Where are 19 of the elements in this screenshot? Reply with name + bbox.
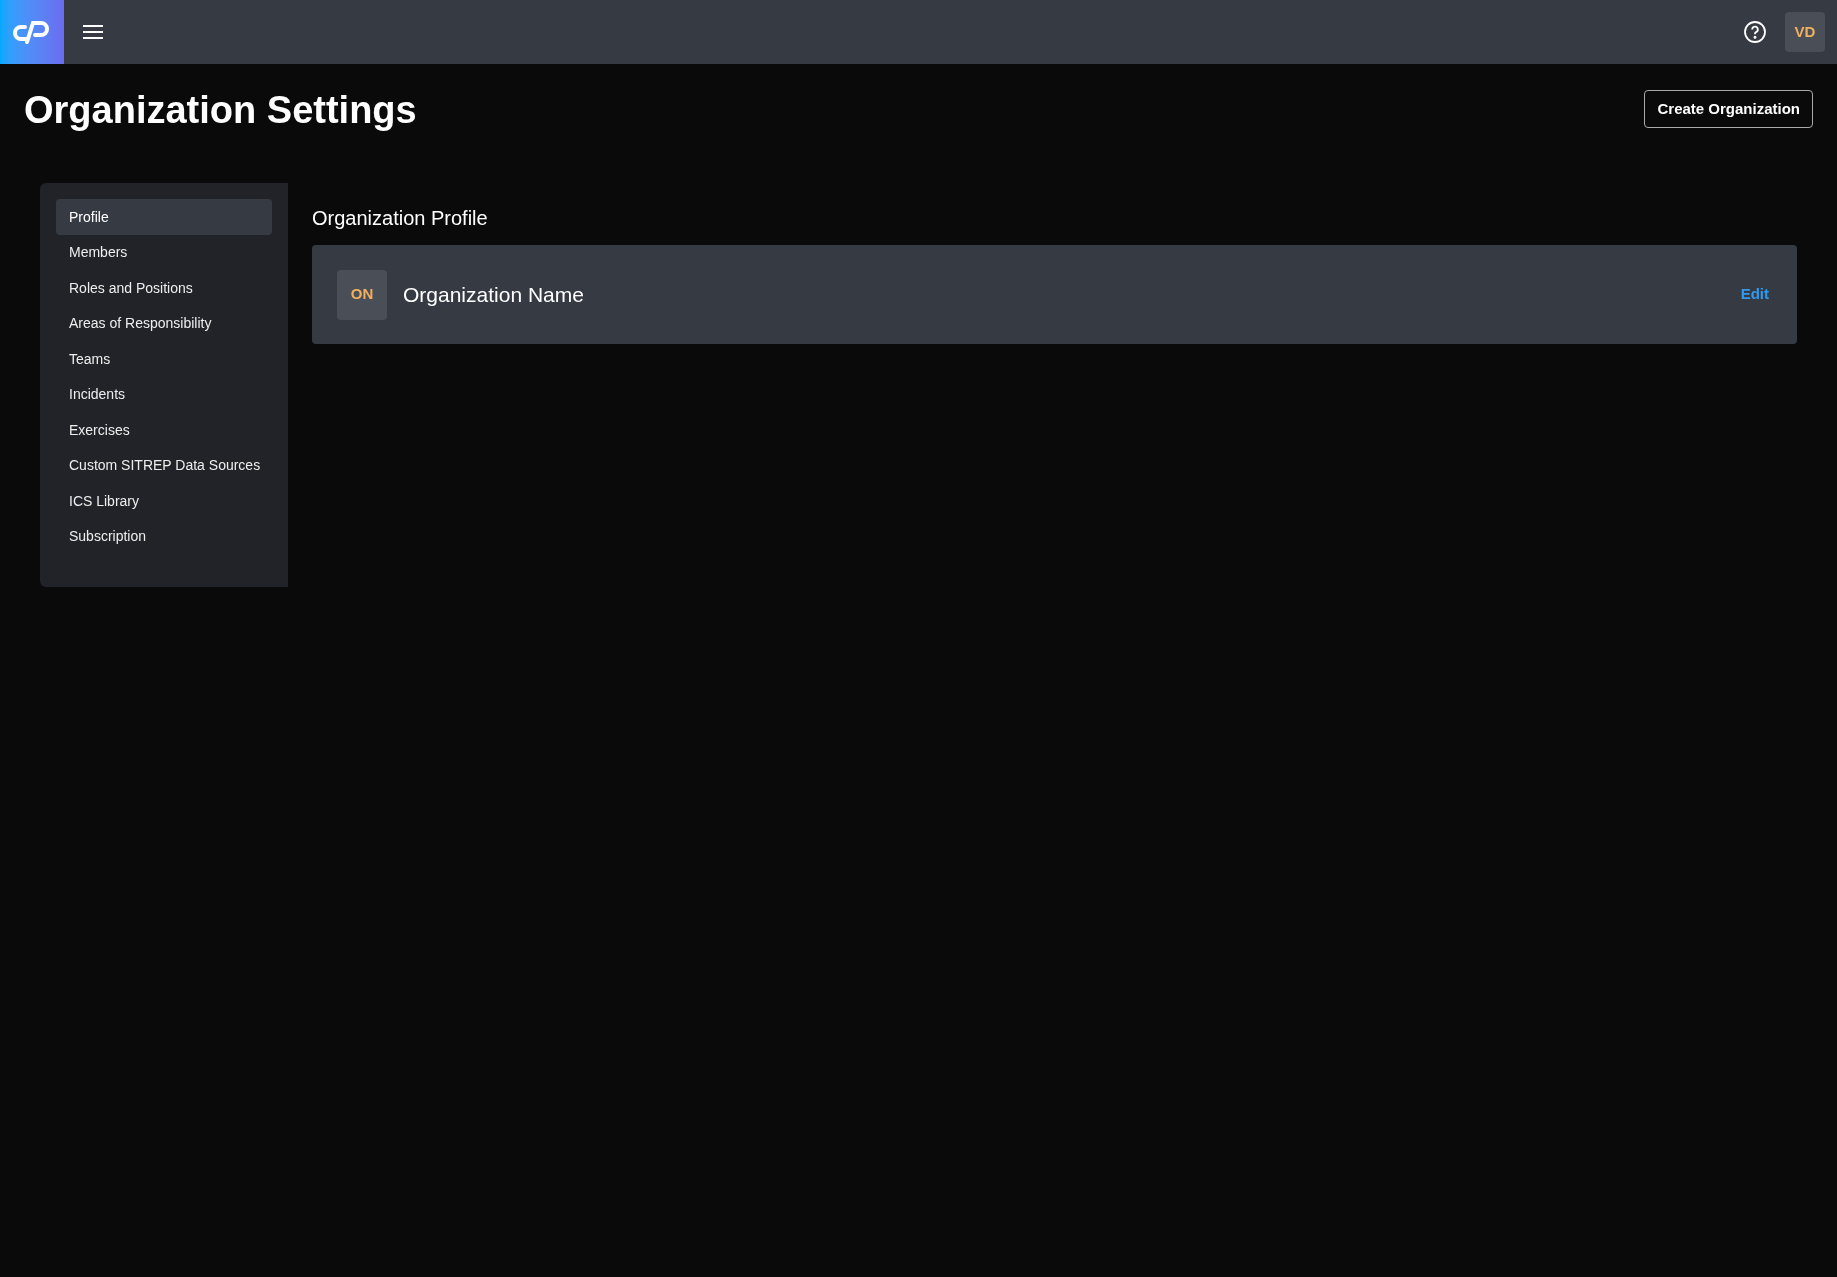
sidebar-item[interactable]: Areas of Responsibility (56, 306, 272, 342)
user-avatar[interactable]: VD (1785, 12, 1825, 52)
create-organization-button[interactable]: Create Organization (1644, 90, 1813, 128)
sidebar-item[interactable]: Profile (56, 199, 272, 235)
sidebar-item[interactable]: Custom SITREP Data Sources (56, 448, 272, 484)
sidebar-item[interactable]: Teams (56, 341, 272, 377)
sidebar-item[interactable]: Subscription (56, 519, 272, 555)
sidebar-item[interactable]: ICS Library (56, 483, 272, 519)
sidebar-item[interactable]: Exercises (56, 412, 272, 448)
sidebar-item[interactable]: Roles and Positions (56, 270, 272, 306)
organization-name: Organization Name (403, 281, 584, 308)
organization-avatar: ON (337, 269, 387, 320)
sidebar-item[interactable]: Incidents (56, 377, 272, 413)
section-heading: Organization Profile (312, 206, 489, 231)
page-title: Organization Settings (24, 88, 417, 133)
app-logo[interactable] (0, 0, 64, 64)
help-icon[interactable] (1743, 20, 1767, 44)
edit-link[interactable]: Edit (1740, 283, 1769, 306)
sidebar-item[interactable]: Members (56, 235, 272, 271)
